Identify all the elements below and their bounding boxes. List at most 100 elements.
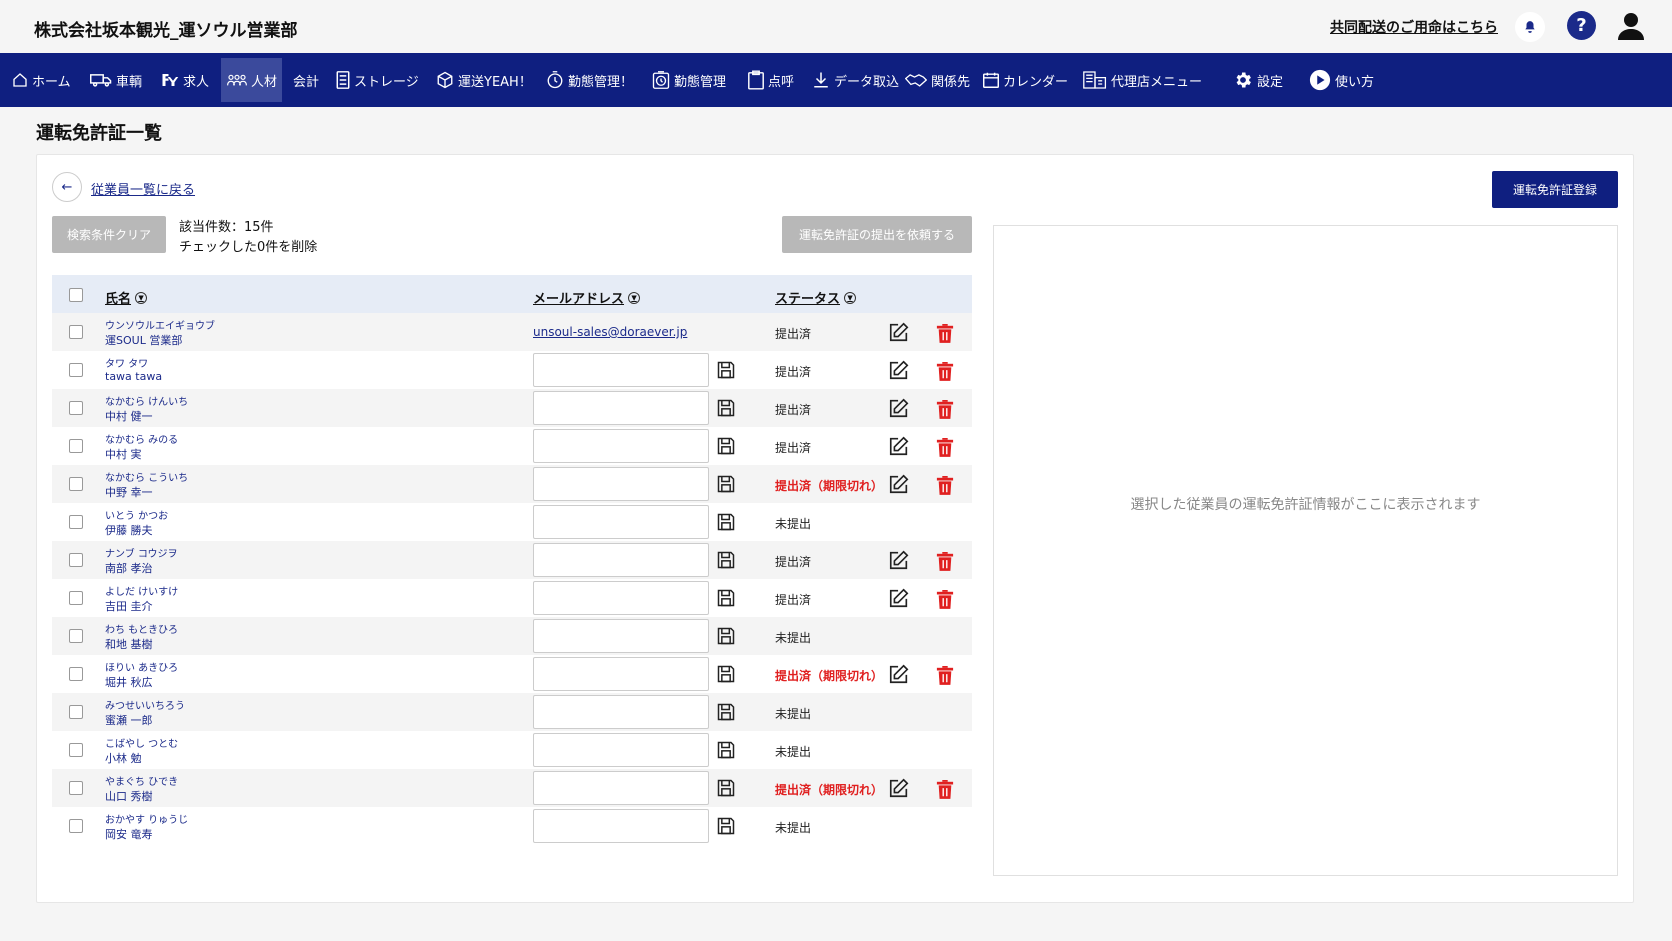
row-checkbox[interactable] <box>69 781 83 795</box>
save-icon[interactable] <box>716 512 736 532</box>
employee-kana[interactable]: なかむら けんいち <box>105 393 188 408</box>
row-checkbox[interactable] <box>69 705 83 719</box>
save-icon[interactable] <box>716 436 736 456</box>
employee-kana[interactable]: おかやす りゅうじ <box>105 811 188 826</box>
nav-agency-menu[interactable]: 代理店メニュー <box>1083 58 1202 102</box>
save-icon[interactable] <box>716 702 736 722</box>
row-checkbox[interactable] <box>69 401 83 415</box>
nav-attendance-1[interactable]: 勤態管理！ <box>546 58 633 102</box>
employee-kana[interactable]: こばやし つとむ <box>105 735 178 750</box>
table-row[interactable]: なかむら みのる 中村 実 提出済 <box>52 427 972 465</box>
header-status[interactable]: ステータス ▼ <box>775 288 857 307</box>
header-email[interactable]: メールアドレス ▼ <box>533 288 641 307</box>
table-row[interactable]: やまぐち ひでき 山口 秀樹 提出済（期限切れ） <box>52 769 972 807</box>
row-checkbox[interactable] <box>69 667 83 681</box>
edit-icon[interactable] <box>888 359 910 381</box>
save-icon[interactable] <box>716 626 736 646</box>
notification-button[interactable] <box>1515 12 1545 42</box>
back-button[interactable]: ← <box>52 172 82 202</box>
edit-icon[interactable] <box>888 397 910 419</box>
row-checkbox[interactable] <box>69 477 83 491</box>
nav-attendance-2[interactable]: 勤態管理 <box>652 58 726 102</box>
save-icon[interactable] <box>716 740 736 760</box>
trash-icon[interactable] <box>936 665 954 685</box>
employee-kana[interactable]: わち もときひろ <box>105 621 178 636</box>
employee-name[interactable]: tawa tawa <box>105 370 162 383</box>
employee-name[interactable]: 蜜瀬 一郎 <box>105 712 153 728</box>
edit-icon[interactable] <box>888 321 910 343</box>
employee-name[interactable]: 中村 健一 <box>105 408 153 424</box>
table-row[interactable]: おかやす りゅうじ 岡安 竜寿 未提出 <box>52 807 972 845</box>
table-row[interactable]: みつせいいちろう 蜜瀬 一郎 未提出 <box>52 693 972 731</box>
table-row[interactable]: なかむら こういち 中野 幸一 提出済（期限切れ） <box>52 465 972 503</box>
row-checkbox[interactable] <box>69 629 83 643</box>
email-input[interactable] <box>533 771 709 805</box>
save-icon[interactable] <box>716 588 736 608</box>
nav-unso-yeah[interactable]: 運送YEAH！ <box>436 58 532 102</box>
save-icon[interactable] <box>716 474 736 494</box>
email-input[interactable] <box>533 733 709 767</box>
employee-kana[interactable]: ほりい あきひろ <box>105 659 178 674</box>
trash-icon[interactable] <box>936 399 954 419</box>
employee-name[interactable]: 堀井 秋広 <box>105 674 153 690</box>
employee-kana[interactable]: なかむら みのる <box>105 431 178 446</box>
trash-icon[interactable] <box>936 437 954 457</box>
email-input[interactable] <box>533 543 709 577</box>
nav-data-import[interactable]: データ取込 <box>812 58 899 102</box>
nav-accounting[interactable]: 会計 <box>293 58 319 102</box>
nav-people[interactable]: 人材 <box>221 58 282 102</box>
nav-home[interactable]: ホーム <box>12 58 71 102</box>
row-checkbox[interactable] <box>69 363 83 377</box>
email-input[interactable] <box>533 581 709 615</box>
save-icon[interactable] <box>716 664 736 684</box>
select-all-checkbox[interactable] <box>69 288 83 302</box>
clear-search-button[interactable]: 検索条件クリア <box>52 216 166 253</box>
email-input[interactable] <box>533 353 709 387</box>
table-row[interactable]: なかむら けんいち 中村 健一 提出済 <box>52 389 972 427</box>
save-icon[interactable] <box>716 398 736 418</box>
email-input[interactable] <box>533 657 709 691</box>
delete-checked-link[interactable]: チェックした0件を削除 <box>179 236 317 255</box>
table-row[interactable]: ほりい あきひろ 堀井 秋広 提出済（期限切れ） <box>52 655 972 693</box>
employee-name[interactable]: 中村 実 <box>105 446 142 462</box>
employee-kana[interactable]: やまぐち ひでき <box>105 773 178 788</box>
save-icon[interactable] <box>716 360 736 380</box>
shared-delivery-link[interactable]: 共同配送のご用命はこちら <box>1330 17 1498 37</box>
nav-calendar[interactable]: カレンダー <box>983 58 1068 102</box>
nav-roll-call[interactable]: 点呼 <box>748 58 794 102</box>
trash-icon[interactable] <box>936 323 954 343</box>
trash-icon[interactable] <box>936 779 954 799</box>
table-row[interactable]: タワ タワ tawa tawa 提出済 <box>52 351 972 389</box>
table-row[interactable]: ナンブ コウジヲ 南部 孝治 提出済 <box>52 541 972 579</box>
employee-name[interactable]: 南部 孝治 <box>105 560 153 576</box>
employee-kana[interactable]: よしだ けいすけ <box>105 583 178 598</box>
edit-icon[interactable] <box>888 663 910 685</box>
employee-name[interactable]: 運SOUL 営業部 <box>105 332 182 348</box>
nav-settings[interactable]: 設定 <box>1233 58 1283 102</box>
employee-name[interactable]: 中野 幸一 <box>105 484 153 500</box>
row-checkbox[interactable] <box>69 515 83 529</box>
email-input[interactable] <box>533 809 709 843</box>
row-checkbox[interactable] <box>69 819 83 833</box>
register-license-button[interactable]: 運転免許証登録 <box>1492 171 1618 208</box>
employee-name[interactable]: 吉田 圭介 <box>105 598 153 614</box>
employee-name[interactable]: 伊藤 勝夫 <box>105 522 153 538</box>
email-input[interactable] <box>533 467 709 501</box>
request-license-button[interactable]: 運転免許証の提出を依頼する <box>782 216 972 253</box>
user-menu-button[interactable] <box>1616 11 1646 41</box>
employee-kana[interactable]: ナンブ コウジヲ <box>105 545 177 560</box>
help-button[interactable]: ? <box>1567 11 1596 40</box>
employee-name[interactable]: 小林 勉 <box>105 750 142 766</box>
save-icon[interactable] <box>716 816 736 836</box>
employee-kana[interactable]: ウンソウルエイギョウブ <box>105 317 215 332</box>
email-input[interactable] <box>533 505 709 539</box>
edit-icon[interactable] <box>888 777 910 799</box>
email-input[interactable] <box>533 391 709 425</box>
edit-icon[interactable] <box>888 549 910 571</box>
save-icon[interactable] <box>716 778 736 798</box>
table-row[interactable]: よしだ けいすけ 吉田 圭介 提出済 <box>52 579 972 617</box>
nav-recruit[interactable]: 求人 <box>161 58 209 102</box>
row-checkbox[interactable] <box>69 439 83 453</box>
nav-vehicle[interactable]: 車輌 <box>90 58 142 102</box>
employee-name[interactable]: 和地 基樹 <box>105 636 153 652</box>
